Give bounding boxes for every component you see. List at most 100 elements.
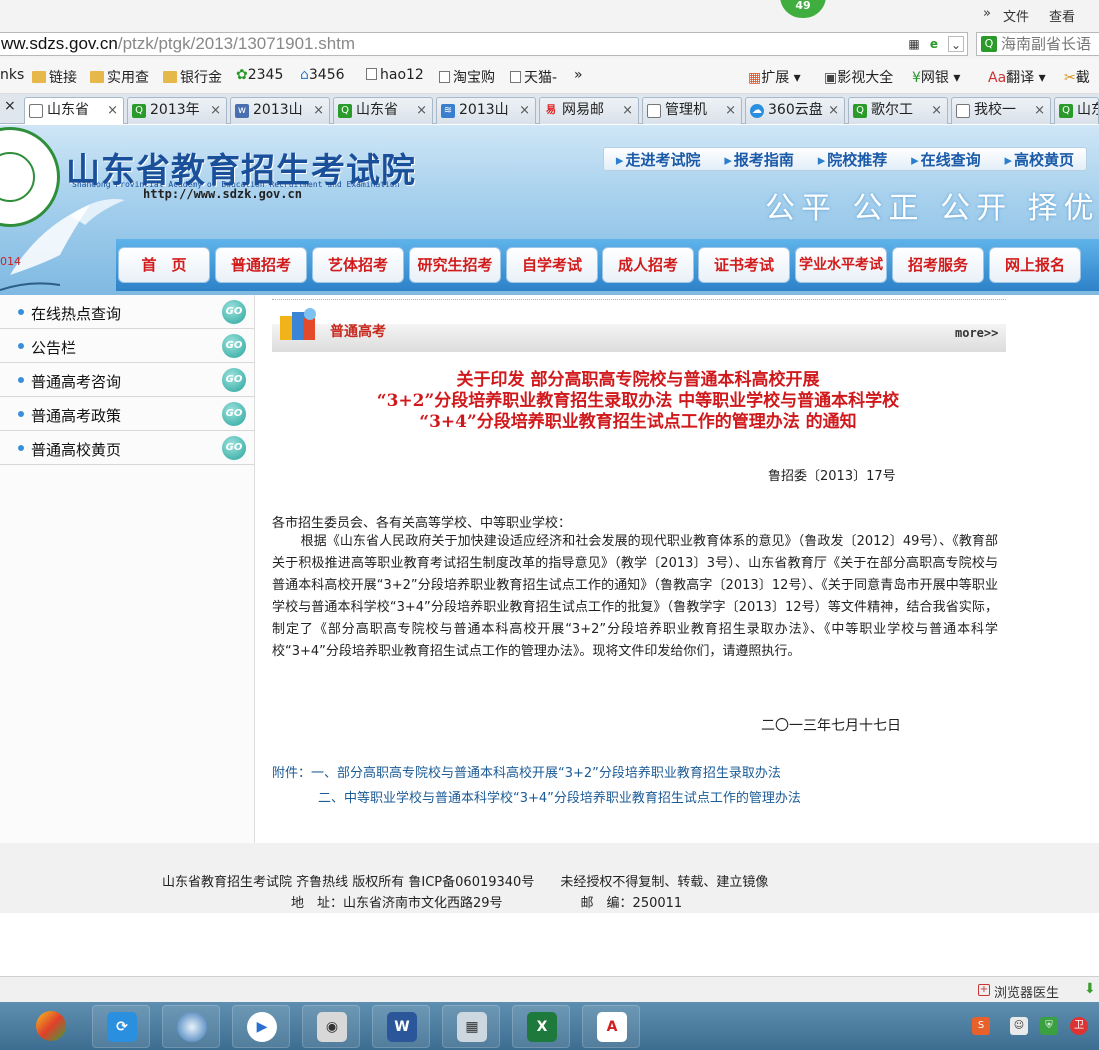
tab[interactable]: 管理机 ×: [642, 97, 742, 124]
menu-view[interactable]: 查看: [1049, 6, 1075, 25]
tray-security-icon[interactable]: 卫: [1070, 1017, 1088, 1035]
notification-badge[interactable]: 49: [780, 0, 826, 18]
quick-link-about[interactable]: 走进考试院: [616, 149, 700, 170]
browser-engine-icon[interactable]: e: [926, 36, 942, 52]
extensions-menu[interactable]: ▦扩展 ▾: [748, 67, 801, 87]
cloud-icon: ☁: [750, 104, 764, 118]
sidebar-item-directory[interactable]: 普通高校黄页 GO: [0, 431, 255, 465]
address-bar[interactable]: ww.sdzs.gov.cn/ptzk/ptgk/2013/13071901.s…: [0, 32, 968, 56]
nav-adult[interactable]: 成人招考: [602, 247, 694, 283]
quick-link-directory[interactable]: 高校黄页: [1004, 149, 1074, 170]
tab-close-icon[interactable]: ×: [416, 98, 427, 123]
tab-close-icon[interactable]: ×: [519, 98, 530, 123]
bookmark-item[interactable]: 链接: [32, 67, 77, 87]
quick-link-colleges[interactable]: 院校推荐: [818, 149, 887, 170]
video-bookmark[interactable]: ▣影视大全: [824, 67, 893, 87]
pdf-icon: A: [597, 1012, 627, 1042]
sidebar-item-policy[interactable]: 普通高考政策 GO: [0, 397, 255, 431]
more-link[interactable]: more>>: [955, 326, 998, 340]
attachment-link-1[interactable]: 附件：一、部分高职高专院校与普通本科高校开展“3+2”分段培养职业教育招生录取办…: [272, 762, 781, 781]
tab[interactable]: Q 山东省 ×: [333, 97, 433, 124]
taskbar-app[interactable]: W: [372, 1005, 430, 1048]
sidebar-item-hot-query[interactable]: 在线热点查询 GO: [0, 295, 255, 329]
bookmark-links-label[interactable]: nks: [0, 67, 24, 83]
screenshot-label: 截: [1075, 70, 1090, 86]
sidebar-item-bulletin[interactable]: 公告栏 GO: [0, 329, 255, 363]
taskbar-app[interactable]: X: [512, 1005, 570, 1048]
nav-proficiency[interactable]: 学业水平考试: [795, 247, 887, 283]
tray-shield-icon[interactable]: ⛨: [1040, 1017, 1058, 1035]
taskbar-app[interactable]: ▶: [232, 1005, 290, 1048]
bookmark-item[interactable]: 天猫-: [510, 67, 557, 87]
bookmark-item[interactable]: ⌂3456: [300, 67, 345, 83]
sidebar-item-consult[interactable]: 普通高考咨询 GO: [0, 363, 255, 397]
bookmark-item[interactable]: ✿2345: [236, 67, 283, 83]
menu-file[interactable]: 文件: [1003, 6, 1029, 25]
browser-doctor[interactable]: 浏览器医生: [994, 982, 1059, 1001]
nav-certificate[interactable]: 证书考试: [698, 247, 790, 283]
tab-close-icon[interactable]: ×: [313, 98, 324, 123]
quick-link-guide[interactable]: 报考指南: [724, 149, 794, 170]
tab-close-icon[interactable]: ×: [828, 98, 839, 123]
tab-active[interactable]: 山东省 ×: [24, 97, 124, 124]
bookmark-overflow[interactable]: »: [574, 67, 583, 83]
tab-close-icon[interactable]: ×: [725, 98, 736, 123]
translate-bookmark[interactable]: Aa翻译 ▾: [988, 67, 1046, 87]
tab[interactable]: 我校一 ×: [951, 97, 1051, 124]
quick-link-query[interactable]: 在线查询: [911, 149, 981, 170]
search-input[interactable]: Q 海南副省长语: [976, 32, 1099, 56]
address-dropdown-icon[interactable]: ⌄: [948, 36, 964, 52]
tab-close-icon[interactable]: ×: [210, 98, 221, 123]
document-body: 根据《山东省人民政府关于加快建设适应经济和社会发展的现代职业教育体系的意见》（鲁…: [272, 534, 998, 659]
tab-close-icon[interactable]: ×: [107, 98, 118, 123]
bookmark-item[interactable]: hao12: [366, 67, 424, 83]
qr-code-icon[interactable]: ▦: [906, 36, 922, 52]
taskbar-app[interactable]: ▦: [442, 1005, 500, 1048]
tab[interactable]: w 2013山 ×: [230, 97, 330, 124]
tab[interactable]: ☁ 360云盘 ×: [745, 97, 845, 124]
bookmark-item[interactable]: 淘宝购: [439, 67, 495, 87]
nav-graduate[interactable]: 研究生招考: [409, 247, 501, 283]
taskbar-app[interactable]: A: [582, 1005, 640, 1048]
go-icon[interactable]: GO: [222, 436, 246, 460]
article-content: 普通高考 more>> 关于印发 部分高职高专院校与普通本科高校开展 “3+2”…: [258, 295, 1018, 843]
screenshot-bookmark[interactable]: ✂截: [1064, 67, 1090, 87]
bookmark-item[interactable]: 实用查: [90, 67, 149, 87]
taskbar-app[interactable]: [162, 1005, 220, 1048]
nav-services[interactable]: 招考服务: [892, 247, 984, 283]
nav-home[interactable]: 首 页: [118, 247, 210, 283]
nav-general-admission[interactable]: 普通招考: [215, 247, 307, 283]
site-motto: 公平 公正 公开 择优: [765, 191, 1099, 226]
attachment-link-2[interactable]: 二、中等职业学校与普通本科学校“3+4”分段培养职业教育招生试点工作的管理办法: [318, 787, 801, 806]
tab[interactable]: Q 2013年 ×: [127, 97, 227, 124]
tray-s-icon[interactable]: S: [972, 1017, 990, 1035]
go-icon[interactable]: GO: [222, 300, 246, 324]
page-icon: [510, 71, 521, 83]
folder-icon: [32, 71, 46, 83]
nav-self-study[interactable]: 自学考试: [506, 247, 598, 283]
go-icon[interactable]: GO: [222, 368, 246, 392]
bookmark-item[interactable]: 银行金: [163, 67, 222, 87]
nav-arts-sports[interactable]: 艺体招考: [312, 247, 404, 283]
taskbar-app[interactable]: ◉: [302, 1005, 360, 1048]
download-arrow-icon[interactable]: ⬇: [1084, 981, 1096, 997]
taskbar-app[interactable]: ⟳: [92, 1005, 150, 1048]
tab-close-icon[interactable]: ×: [931, 98, 942, 123]
taskbar-app[interactable]: [22, 1005, 80, 1048]
bullet-icon: [18, 343, 24, 349]
tab[interactable]: Q 山东: [1054, 97, 1099, 124]
sidebar-item-label: 普通高考咨询: [31, 373, 122, 391]
tab[interactable]: ≋ 2013山 ×: [436, 97, 536, 124]
menu-overflow-arrows[interactable]: »: [983, 6, 991, 21]
tab-close-icon[interactable]: ×: [622, 98, 633, 123]
search-engine-icon[interactable]: Q: [981, 36, 997, 52]
tray-chat-icon[interactable]: ☺: [1010, 1017, 1028, 1035]
bank-bookmark[interactable]: ¥网银 ▾: [912, 67, 960, 87]
tab[interactable]: 易网易邮 ×: [539, 97, 639, 124]
nav-online-registration[interactable]: 网上报名: [989, 247, 1081, 283]
go-icon[interactable]: GO: [222, 334, 246, 358]
go-icon[interactable]: GO: [222, 402, 246, 426]
tab-close-icon[interactable]: ×: [1034, 98, 1045, 123]
tab[interactable]: Q 歌尔工 ×: [848, 97, 948, 124]
tab-close-icon[interactable]: ×: [4, 98, 16, 114]
